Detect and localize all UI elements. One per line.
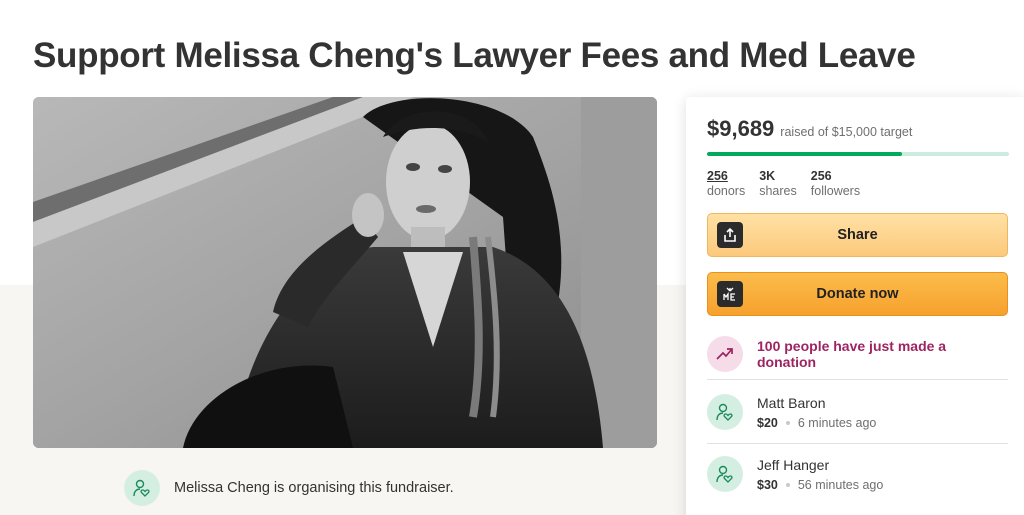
donor-amount: $20: [757, 415, 778, 430]
stat-value: 3K: [759, 169, 776, 183]
donation-item: Matt Baron $20 6 minutes ago: [707, 382, 1008, 442]
separator-dot: [785, 482, 790, 487]
share-label: Share: [837, 227, 878, 243]
donation-item: Jeff Hanger $30 56 minutes ago: [707, 444, 1008, 504]
donor-meta: $30 56 minutes ago: [757, 478, 883, 492]
organiser-text: Melissa Cheng is organising this fundrai…: [174, 480, 454, 496]
progress-fill: [707, 152, 903, 156]
stat-shares: 3K shares: [759, 169, 797, 198]
stat-label: donors: [707, 184, 746, 198]
page-title: Support Melissa Cheng's Lawyer Fees and …: [33, 36, 916, 75]
raised-amount: $9,689: [707, 116, 775, 141]
organiser-row: Melissa Cheng is organising this fundrai…: [124, 470, 454, 506]
stat-value[interactable]: 256: [707, 169, 745, 183]
donor-info: Matt Baron $20 6 minutes ago: [757, 395, 876, 430]
share-button[interactable]: Share: [707, 213, 1008, 257]
donor-name: Matt Baron: [757, 394, 826, 411]
trending-up-icon: [707, 336, 743, 372]
divider: [707, 379, 1008, 380]
stats-row: 256 donors 3K shares 256 followers: [707, 169, 874, 198]
recent-activity: 100 people have just made a donation: [707, 331, 1008, 377]
donate-heart-icon: [717, 281, 743, 307]
fundraiser-cover-photo: [33, 97, 657, 448]
donate-now-button[interactable]: Donate now: [707, 272, 1008, 316]
stat-donors[interactable]: 256 donors: [707, 169, 745, 198]
donor-time: 6 minutes ago: [797, 415, 877, 430]
donate-label: Donate now: [816, 286, 899, 302]
donor-time: 56 minutes ago: [797, 477, 884, 492]
amount-raised: $9,689 raised of $15,000 target: [707, 116, 912, 142]
recent-activity-text: 100 people have just made a donation: [757, 338, 947, 370]
donation-sidebar: $9,689 raised of $15,000 target 256 dono…: [686, 97, 1024, 515]
separator-dot: [785, 420, 790, 425]
share-upload-icon: [717, 222, 743, 248]
user-heart-icon: [707, 394, 743, 430]
raised-target: raised of $15,000 target: [780, 125, 913, 139]
donor-meta: $20 6 minutes ago: [757, 416, 876, 430]
user-heart-icon: [124, 470, 160, 506]
progress-bar: [707, 152, 1009, 156]
donor-name: Jeff Hanger: [757, 456, 830, 473]
donor-info: Jeff Hanger $30 56 minutes ago: [757, 457, 883, 492]
stat-value: 256: [810, 169, 832, 183]
user-heart-icon: [707, 456, 743, 492]
stat-label: shares: [759, 184, 797, 198]
stat-followers: 256 followers: [811, 169, 860, 198]
stat-label: followers: [810, 184, 861, 198]
donor-amount: $30: [757, 477, 778, 492]
